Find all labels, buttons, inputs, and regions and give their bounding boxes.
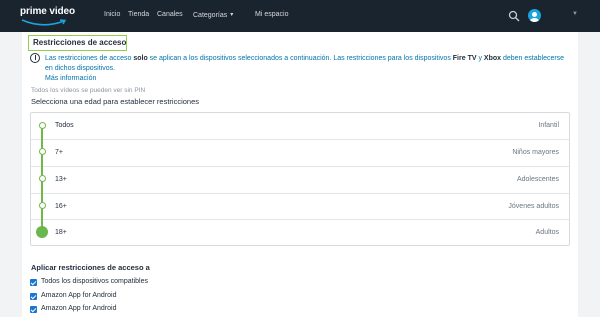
nav-inicio[interactable]: Inicio [104, 11, 120, 18]
avatar-body [530, 18, 539, 22]
age-step-dot[interactable] [38, 202, 46, 209]
avatar[interactable] [528, 9, 541, 22]
info-message: Las restricciones de acceso solo se apli… [45, 55, 565, 82]
age-description: Adolescentes [516, 176, 559, 183]
checkbox-label: Todos los dispositivos compatibles [41, 278, 148, 285]
age-restriction-list: Todos Infantil 7+ Niños mayores 13+ Adol… [30, 112, 570, 246]
search-icon[interactable] [508, 10, 520, 22]
age-option-13[interactable]: 13+ Adolescentes [31, 166, 569, 193]
age-description: Niños mayores [512, 149, 559, 156]
age-label: 16+ [55, 203, 67, 210]
prime-video-logo[interactable]: prime video [20, 3, 82, 29]
age-description: Adultos [535, 229, 559, 236]
avatar-head [532, 12, 537, 17]
age-step-dot[interactable] [38, 148, 46, 155]
age-description: Jóvenes adultos [508, 203, 559, 210]
nav-mi-espacio[interactable]: Mi espacio [255, 11, 288, 18]
smile-icon [21, 19, 67, 26]
checkbox-amazon-app-android-2[interactable] [30, 306, 37, 313]
pin-note: Todos los vídeos se pueden ver sin PIN [31, 87, 146, 94]
age-label: 18+ [55, 229, 67, 236]
top-navigation-bar: prime video Inicio Tienda Canales Catego… [0, 0, 600, 32]
select-age-label: Selecciona una edad para establecer rest… [31, 97, 200, 106]
apply-restrictions-heading: Aplicar restricciones de acceso a [31, 263, 150, 272]
more-info-link[interactable]: Más información [45, 75, 96, 82]
logo-text: prime video [20, 6, 76, 17]
account-menu-chevron-icon[interactable]: ▼ [572, 11, 578, 17]
age-label: 13+ [55, 176, 67, 183]
info-icon [30, 53, 40, 63]
age-option-todos[interactable]: Todos Infantil [31, 113, 569, 140]
checkbox-label: Amazon App for Android [41, 292, 117, 299]
page-title-box: Restricciones de acceso [28, 35, 127, 51]
checkbox-all-devices[interactable] [30, 279, 37, 286]
age-slider-handle[interactable] [36, 226, 48, 238]
nav-tienda[interactable]: Tienda [128, 11, 149, 18]
age-option-18[interactable]: 18+ Adultos [31, 219, 569, 246]
checkbox-amazon-app-android[interactable] [30, 293, 37, 300]
age-description: Infantil [538, 122, 559, 129]
page-title: Restricciones de acceso [33, 38, 127, 47]
nav-canales[interactable]: Canales [157, 11, 183, 18]
chevron-down-icon: ▾ [230, 12, 234, 18]
age-step-dot[interactable] [38, 175, 46, 182]
nav-categorias[interactable]: Categorías ▾ [193, 11, 233, 19]
age-label: 7+ [55, 149, 63, 156]
nav-categorias-label: Categorías [193, 12, 228, 19]
checkbox-label: Amazon App for Android [41, 305, 117, 312]
age-label: Todos [55, 122, 74, 129]
age-option-16[interactable]: 16+ Jóvenes adultos [31, 193, 569, 220]
age-option-7[interactable]: 7+ Niños mayores [31, 139, 569, 166]
age-step-dot[interactable] [38, 122, 46, 129]
